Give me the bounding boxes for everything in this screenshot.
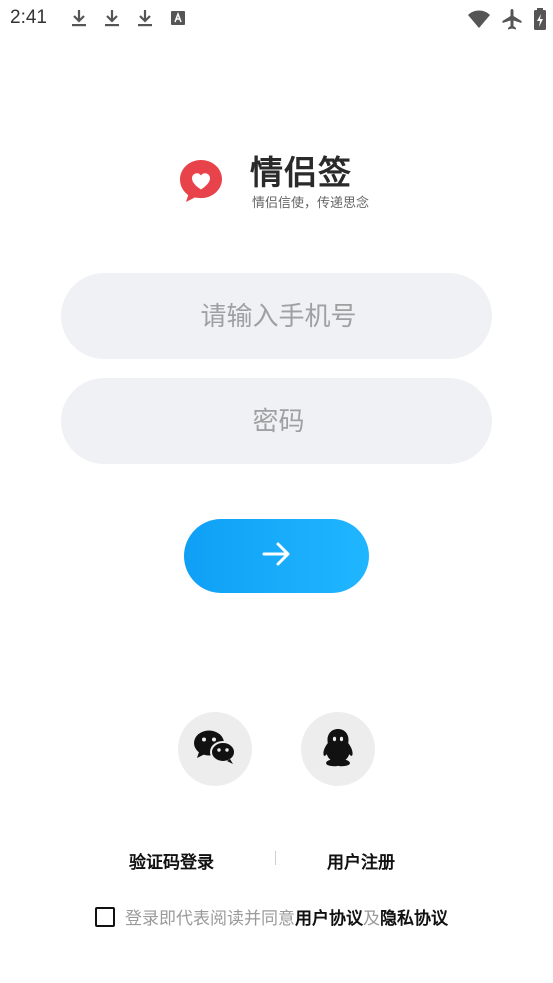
agreement-checkbox[interactable] [95, 906, 115, 927]
privacy-policy-link[interactable]: 隐私协议 [380, 904, 448, 929]
download-icon [103, 8, 121, 28]
brand-header: 情侣签 情侣信使，传递思念 [178, 146, 398, 216]
wechat-login-button[interactable] [178, 712, 252, 786]
links-divider [275, 851, 276, 865]
agreement-prefix: 登录即代表阅读并同意 [125, 909, 295, 929]
status-bar: 2:41 [0, 0, 553, 38]
agreement-conjunction: 及 [363, 909, 380, 929]
app-name: 情侣签 [250, 153, 352, 192]
arrow-right-icon [261, 540, 293, 572]
battery-charging-icon [533, 7, 547, 31]
system-icons [467, 7, 547, 31]
agreement-row: 登录即代表阅读并同意 用户协议 及 隐私协议 [95, 904, 448, 929]
phone-field-container [61, 273, 496, 361]
password-input[interactable] [61, 378, 496, 466]
notification-icons [70, 8, 187, 28]
qq-login-button[interactable] [301, 712, 375, 786]
register-link[interactable]: 用户注册 [327, 848, 395, 873]
status-time: 2:41 [10, 7, 47, 28]
password-field-container [61, 378, 496, 466]
text-notification-icon [169, 8, 187, 28]
heart-chat-logo-icon [178, 158, 224, 204]
app-slogan: 情侣信使，传递思念 [252, 196, 370, 211]
download-icon [136, 8, 154, 28]
wechat-icon [193, 728, 237, 770]
qq-icon [320, 727, 356, 771]
airplane-mode-icon [501, 8, 523, 30]
phone-input[interactable] [61, 273, 496, 361]
user-agreement-link[interactable]: 用户协议 [295, 904, 363, 929]
login-submit-button[interactable] [184, 519, 369, 593]
download-icon [70, 8, 88, 28]
wifi-icon [467, 9, 491, 29]
sms-login-link[interactable]: 验证码登录 [129, 848, 214, 873]
